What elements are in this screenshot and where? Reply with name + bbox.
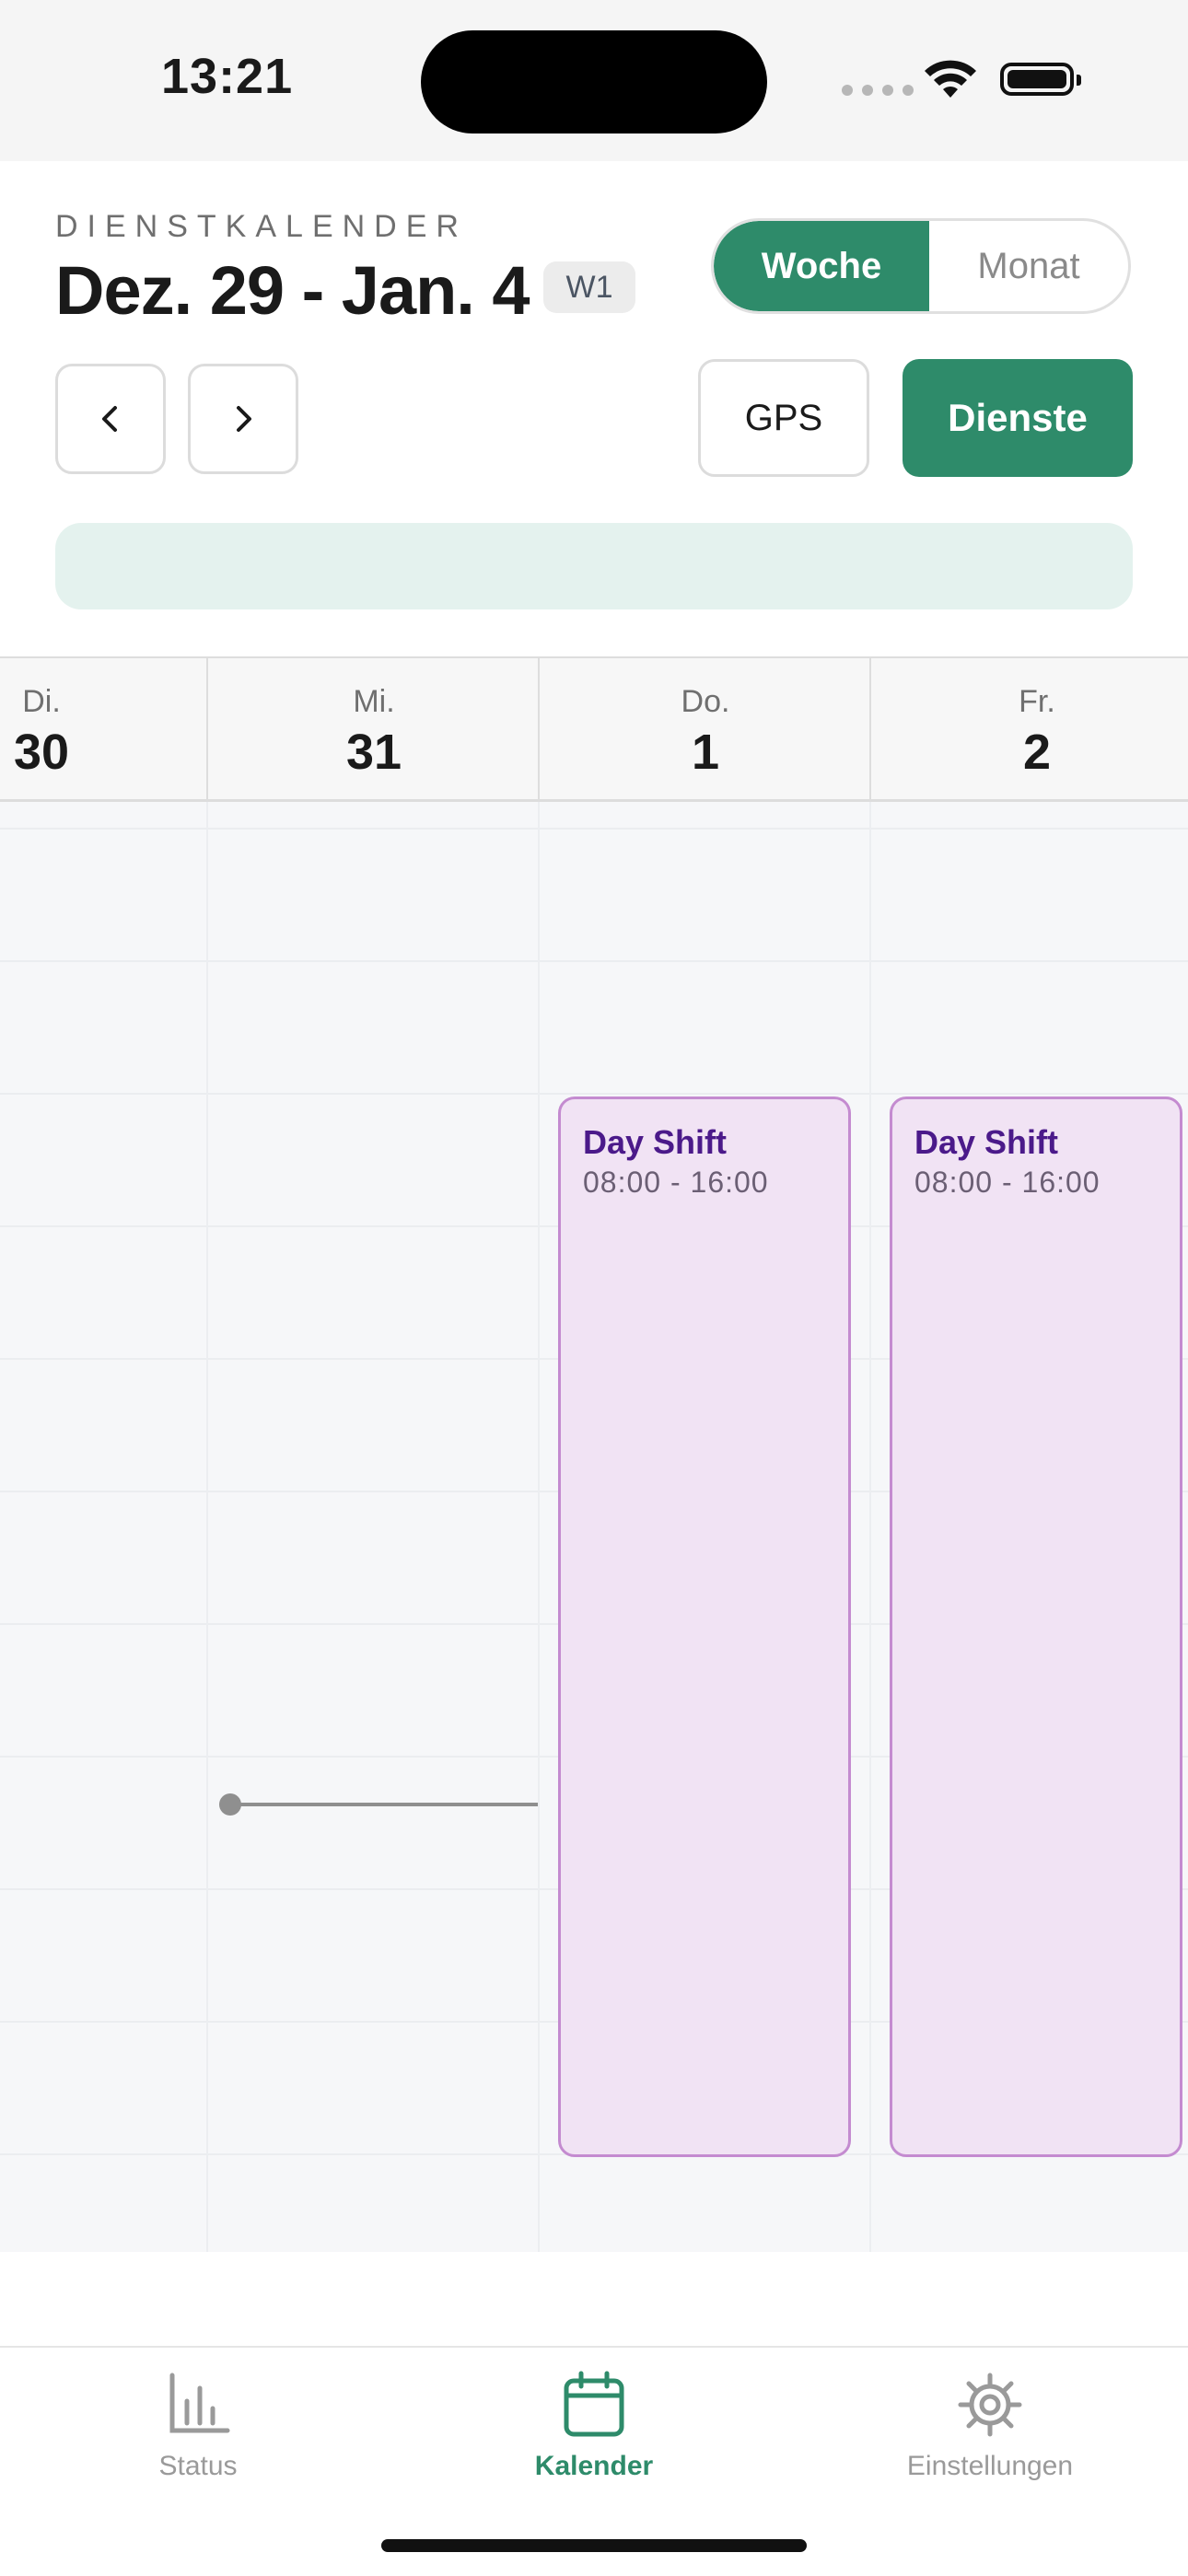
day-date: 30 xyxy=(13,725,70,780)
day-name: Mi. xyxy=(353,684,395,719)
day-header-fri[interactable]: Fr. 2 xyxy=(871,658,1188,804)
battery-icon xyxy=(1000,63,1081,96)
status-bar: 13:21 xyxy=(0,0,1188,161)
shift-card[interactable]: Day Shift 08:00 - 16:00 xyxy=(890,1097,1182,2157)
column-divider xyxy=(538,802,540,2252)
chevron-right-icon xyxy=(237,406,251,432)
column-divider xyxy=(206,802,208,2252)
day-date: 1 xyxy=(691,725,720,780)
home-indicator xyxy=(381,2539,807,2552)
day-header-wed[interactable]: Mi. 31 xyxy=(208,658,540,804)
section-eyebrow: DIENSTKALENDER xyxy=(55,209,468,244)
info-banner xyxy=(55,523,1133,609)
shift-hours: 08:00 - 16:00 xyxy=(583,1166,769,1199)
hour-line xyxy=(0,828,1188,830)
shift-title: Day Shift xyxy=(914,1123,1059,1161)
shift-title: Day Shift xyxy=(583,1123,728,1161)
tab-calendar[interactable]: Kalender xyxy=(396,2348,792,2482)
calendar-header: DIENSTKALENDER Dez. 29 - Jan. 4 W1 Woche… xyxy=(0,161,1188,656)
day-date: 31 xyxy=(345,725,402,780)
shift-hours: 08:00 - 16:00 xyxy=(914,1166,1101,1199)
shift-card[interactable]: Day Shift 08:00 - 16:00 xyxy=(558,1097,851,2157)
day-header-thu[interactable]: Do. 1 xyxy=(540,658,871,804)
day-name: Fr. xyxy=(1019,684,1055,719)
status-time: 13:21 xyxy=(161,49,294,104)
tab-label: Kalender xyxy=(534,2451,654,2481)
view-toggle: Woche Monat xyxy=(711,218,1131,314)
view-toggle-month[interactable]: Monat xyxy=(929,221,1128,311)
day-name: Do. xyxy=(681,684,730,719)
gear-icon xyxy=(958,2373,1022,2437)
date-range-title: Dez. 29 - Jan. 4 xyxy=(55,252,530,329)
calendar-icon xyxy=(564,2371,624,2437)
column-divider xyxy=(206,658,208,804)
day-header-row: Di. 30 Mi. 31 Do. 1 Fr. 2 xyxy=(0,656,1188,804)
tab-settings[interactable]: Einstellungen xyxy=(792,2348,1188,2482)
next-week-button[interactable] xyxy=(188,364,298,474)
hour-line xyxy=(0,1093,1188,1095)
tab-status[interactable]: Status xyxy=(0,2348,396,2482)
wifi-icon xyxy=(925,60,976,98)
day-date: 2 xyxy=(1022,725,1052,780)
tab-label: Einstellungen xyxy=(906,2451,1074,2481)
previous-week-button[interactable] xyxy=(55,364,166,474)
cellular-signal-icon xyxy=(842,85,914,96)
view-toggle-week[interactable]: Woche xyxy=(714,221,929,311)
tab-label: Status xyxy=(158,2451,238,2481)
day-header-tue[interactable]: Di. 30 xyxy=(0,658,207,804)
column-divider xyxy=(869,658,871,804)
bar-chart-icon xyxy=(169,2373,230,2433)
current-time-indicator xyxy=(230,1803,538,1806)
gps-button[interactable]: GPS xyxy=(698,359,869,477)
column-divider xyxy=(538,658,540,804)
shifts-button[interactable]: Dienste xyxy=(903,359,1133,477)
week-grid[interactable]: Day Shift 08:00 - 16:00 Day Shift 08:00 … xyxy=(0,802,1188,2252)
column-divider xyxy=(869,802,871,2252)
week-number-badge: W1 xyxy=(543,261,635,313)
dynamic-island xyxy=(421,30,767,133)
day-name: Di. xyxy=(22,684,61,719)
chevron-left-icon xyxy=(102,406,117,432)
hour-line xyxy=(0,960,1188,962)
